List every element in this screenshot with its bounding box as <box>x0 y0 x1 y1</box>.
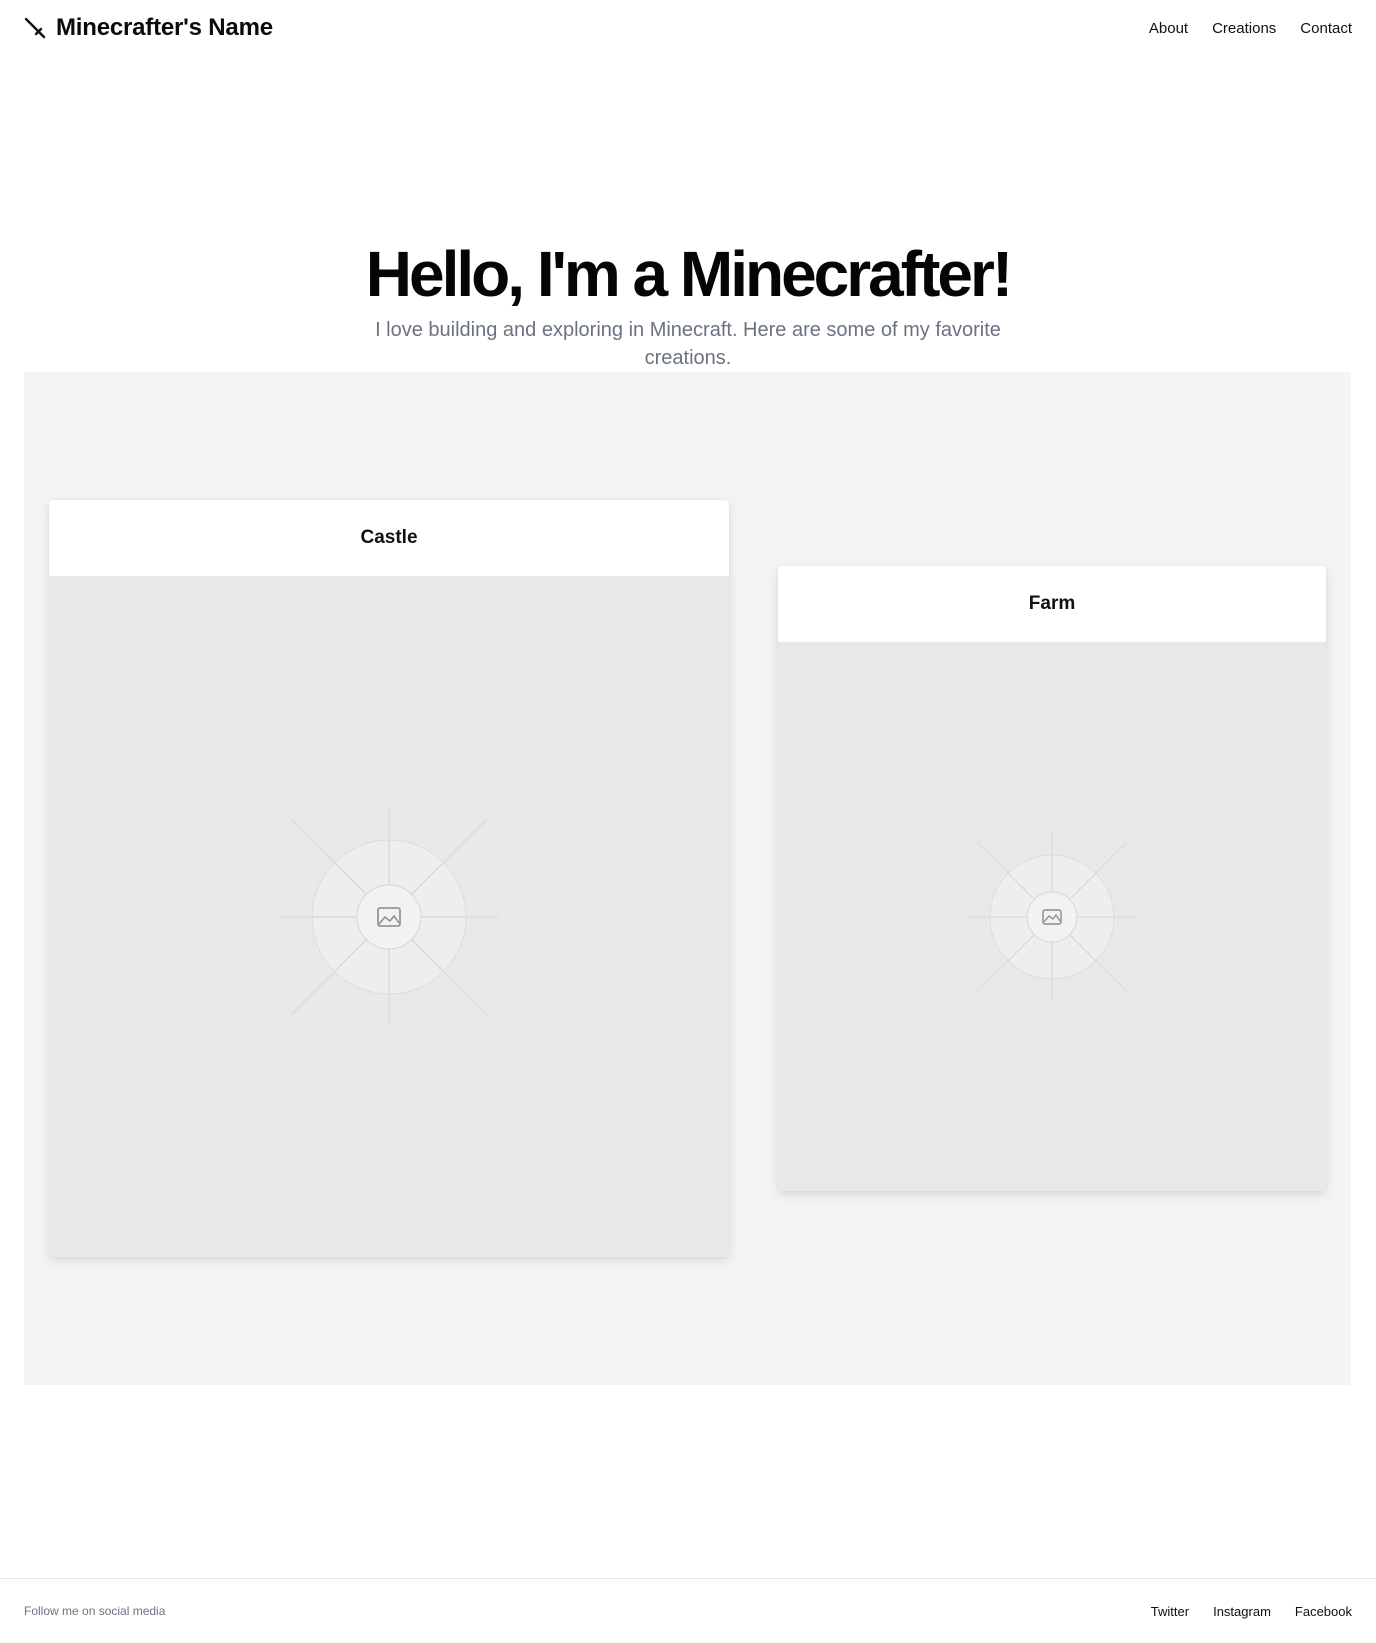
hero-title: Hello, I'm a Minecrafter! <box>365 238 1013 310</box>
image-placeholder-icon <box>279 806 499 1027</box>
creation-card-farm[interactable]: Farm <box>778 566 1326 1191</box>
card-image <box>778 642 1326 1191</box>
card-title: Farm <box>1028 593 1076 614</box>
sword-icon <box>24 17 46 39</box>
hero-section: Hello, I'm a Minecrafter! I love buildin… <box>0 240 1376 372</box>
creation-card-castle[interactable]: Castle <box>49 500 729 1257</box>
social-link-twitter[interactable]: Twitter <box>1151 1604 1189 1619</box>
social-link-instagram[interactable]: Instagram <box>1213 1604 1271 1619</box>
nav-contact[interactable]: Contact <box>1300 20 1352 37</box>
nav-creations[interactable]: Creations <box>1212 20 1276 37</box>
main-nav: About Creations Contact <box>1149 20 1352 37</box>
card-image <box>49 576 729 1257</box>
footer-note: Follow me on social media <box>24 1604 166 1618</box>
social-link-facebook[interactable]: Facebook <box>1295 1604 1352 1619</box>
card-title: Castle <box>360 527 418 548</box>
hero-subtitle: I love building and exploring in Minecra… <box>375 319 1001 369</box>
creations-gallery: Castle Farm <box>24 372 1351 1385</box>
social-links: Twitter Instagram Facebook <box>1151 1604 1352 1619</box>
site-footer: Follow me on social media Twitter Instag… <box>0 1578 1376 1643</box>
brand-name: Minecrafter's Name <box>56 14 273 41</box>
image-placeholder-icon <box>967 831 1137 1002</box>
brand[interactable]: Minecrafter's Name <box>24 14 273 42</box>
site-header: Minecrafter's Name About Creations Conta… <box>0 0 1376 56</box>
nav-about[interactable]: About <box>1149 20 1188 37</box>
